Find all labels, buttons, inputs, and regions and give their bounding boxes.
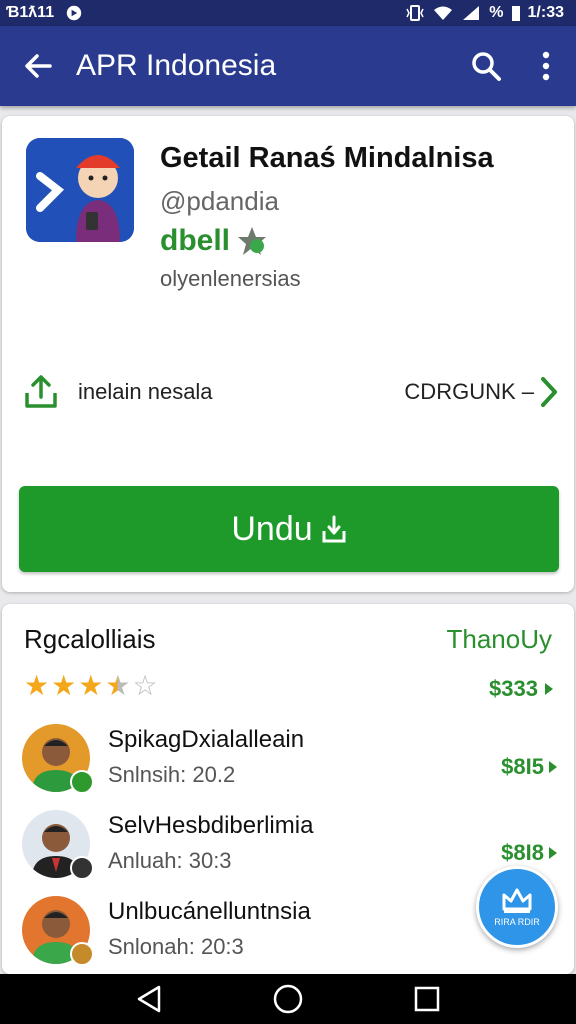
verified-badge-icon bbox=[70, 942, 94, 966]
editor-choice-badge-icon bbox=[238, 227, 267, 255]
reviews-see-all-link[interactable]: ThanoUy bbox=[447, 624, 553, 655]
notification-icon bbox=[66, 5, 82, 21]
info-label: inelain nesala bbox=[78, 379, 213, 404]
app-bar-title: APR Indonesia bbox=[76, 49, 277, 82]
nav-back-icon bbox=[138, 985, 161, 1013]
install-button[interactable]: Undu bbox=[19, 486, 559, 572]
review-meta: Snlnsih: 20.2 bbox=[108, 762, 236, 787]
play-arrow-icon bbox=[549, 761, 557, 773]
share-icon bbox=[25, 375, 57, 408]
reviews-title: Rgcalolliais bbox=[24, 624, 156, 654]
install-button-label: Undu bbox=[231, 509, 313, 548]
star-full-icon: ★ bbox=[51, 670, 77, 701]
nav-home-button[interactable] bbox=[263, 974, 313, 1024]
app-rating-text: dbell bbox=[160, 224, 231, 257]
floating-action-button[interactable]: RIRA RDIR bbox=[476, 866, 558, 948]
verified-badge-icon bbox=[70, 770, 94, 794]
chevron-right-icon bbox=[541, 377, 557, 407]
star-half-icon: ★ bbox=[105, 670, 131, 701]
review-price-text: $8I8 bbox=[501, 840, 544, 865]
play-arrow-icon bbox=[549, 847, 557, 859]
fab-label: RIRA RDIR bbox=[494, 917, 540, 927]
review-price-text: $8I5 bbox=[501, 754, 544, 779]
more-vert-icon bbox=[542, 51, 550, 81]
nav-back-button[interactable] bbox=[124, 974, 174, 1024]
top-price[interactable]: $333 bbox=[489, 676, 554, 702]
app-name: Getail Ranaś Mindalnisa bbox=[160, 142, 494, 174]
star-full-icon: ★ bbox=[78, 670, 104, 701]
info-link[interactable]: CDRGUNK – bbox=[404, 376, 558, 408]
download-icon bbox=[322, 515, 346, 543]
status-bar: Ɓ1ƛ11 % 1/:33 bbox=[0, 0, 576, 26]
nav-recents-icon bbox=[414, 986, 439, 1012]
review-item[interactable]: SpikagDxialalleain Snlnsih: 20.2 $8I5 bbox=[22, 724, 558, 804]
app-rating-row: dbell bbox=[160, 224, 268, 258]
star-empty-icon: ☆ bbox=[132, 670, 158, 701]
app-details-card: Getail Ranaś Mindalnisa @pdandia dbell o… bbox=[2, 116, 574, 592]
review-meta: Snlonah: 20:3 bbox=[108, 934, 244, 959]
system-nav-bar bbox=[0, 974, 576, 1024]
search-icon bbox=[472, 52, 501, 81]
nav-home-icon bbox=[273, 984, 303, 1014]
app-developer[interactable]: @pdandia bbox=[160, 186, 279, 217]
battery-icon bbox=[511, 6, 520, 21]
review-author: SpikagDxialalleain bbox=[108, 726, 305, 753]
review-author: SelvHesbdiberlimia bbox=[108, 812, 314, 839]
crown-icon bbox=[502, 888, 532, 913]
status-bar-left-text: Ɓ1ƛ11 bbox=[6, 4, 55, 21]
play-arrow-icon bbox=[545, 683, 553, 695]
top-price-text: $333 bbox=[489, 676, 538, 701]
signal-icon bbox=[463, 6, 480, 20]
vibrate-icon bbox=[406, 5, 424, 21]
review-price[interactable]: $8I8 bbox=[501, 840, 558, 866]
search-button[interactable] bbox=[456, 26, 516, 106]
wifi-icon bbox=[434, 6, 453, 20]
back-button[interactable] bbox=[0, 26, 76, 106]
nav-recents-button[interactable] bbox=[402, 974, 452, 1024]
rating-stars: ★ ★ ★ ★ ☆ bbox=[24, 672, 158, 700]
info-link-text: CDRGUNK – bbox=[404, 379, 534, 404]
verified-badge-icon bbox=[70, 856, 94, 880]
review-price[interactable]: $8I5 bbox=[501, 754, 558, 780]
star-full-icon: ★ bbox=[24, 670, 50, 701]
battery-text: % bbox=[489, 4, 504, 21]
info-row[interactable]: inelain nesala CDRGUNK – bbox=[22, 370, 558, 414]
review-item[interactable]: SelvHesbdiberlimia Anluah: 30:3 $8I8 bbox=[22, 810, 558, 890]
review-meta: Anluah: 30:3 bbox=[108, 848, 232, 873]
app-bar: APR Indonesia bbox=[0, 26, 576, 106]
clock: 1/:33 bbox=[527, 4, 564, 21]
app-category: olyenlenersias bbox=[160, 266, 301, 291]
back-arrow-icon bbox=[25, 54, 52, 78]
more-options-button[interactable] bbox=[516, 26, 576, 106]
review-author: Unlbucánelluntnsia bbox=[108, 898, 311, 925]
app-icon bbox=[26, 138, 134, 242]
